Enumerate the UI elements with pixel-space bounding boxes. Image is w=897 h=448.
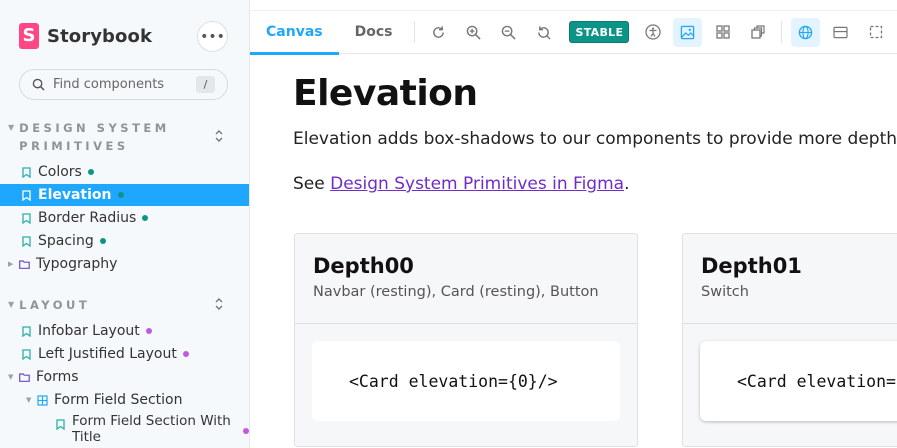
bookmark-icon bbox=[20, 166, 32, 178]
search-input[interactable] bbox=[53, 77, 183, 92]
sidebar-item-spacing[interactable]: Spacing bbox=[0, 230, 249, 252]
search-icon bbox=[32, 78, 45, 91]
chevron-down-icon: ▼ bbox=[26, 396, 32, 404]
outline-button[interactable] bbox=[743, 18, 772, 47]
folder-icon bbox=[18, 258, 30, 270]
zoom-in-icon bbox=[467, 25, 482, 40]
docs-canvas: Elevation Elevation adds box-shadows to … bbox=[250, 55, 897, 448]
expand-collapse-toggle[interactable] bbox=[211, 127, 227, 145]
unfold-icon bbox=[215, 298, 223, 310]
chevron-down-icon: ▼ bbox=[8, 123, 15, 132]
card-subtitle: Navbar (resting), Card (resting), Button bbox=[313, 284, 599, 300]
background-icon bbox=[681, 25, 695, 39]
bookmark-icon bbox=[20, 189, 32, 201]
status-dot bbox=[243, 428, 249, 434]
elevation-preview: <Card elevation={1}/> bbox=[700, 341, 897, 421]
bookmark-icon bbox=[20, 348, 32, 360]
section-header-design-system-primitives[interactable]: ▼ DESIGN SYSTEM PRIMITIVES bbox=[8, 119, 189, 155]
zoom-reset-icon bbox=[538, 25, 552, 40]
bookmark-icon bbox=[20, 325, 32, 337]
brand[interactable]: S Storybook bbox=[19, 23, 152, 49]
status-dot bbox=[142, 215, 149, 221]
expand-collapse-toggle[interactable] bbox=[211, 295, 227, 313]
status-badge: STABLE bbox=[569, 21, 630, 43]
search-shortcut-key: / bbox=[196, 76, 215, 93]
chevron-down-icon: ▼ bbox=[8, 373, 14, 381]
measure-icon bbox=[869, 25, 882, 39]
storybook-logo-icon: S bbox=[19, 23, 39, 49]
folder-icon bbox=[18, 371, 30, 383]
toolbar: Canvas Docs STABLE bbox=[250, 10, 897, 55]
reload-icon bbox=[433, 25, 445, 38]
viewport-icon bbox=[833, 26, 848, 38]
globe-icon bbox=[799, 25, 813, 39]
elevation-card-depth01: Depth01 Switch <Card elevation={1}/> bbox=[682, 233, 897, 447]
unfold-icon bbox=[215, 130, 223, 142]
chevron-down-icon: ▼ bbox=[8, 300, 15, 309]
sidebar-item-form-field-section[interactable]: ▼ Form Field Section bbox=[0, 389, 249, 411]
accessibility-icon bbox=[645, 24, 661, 40]
sidebar-item-border-radius[interactable]: Border Radius bbox=[0, 207, 249, 229]
elevation-card-depth00: Depth00 Navbar (resting), Card (resting)… bbox=[294, 233, 638, 447]
sidebar-item-form-field-section-with-title[interactable]: Form Field Section With Title bbox=[0, 413, 249, 447]
globe-button[interactable] bbox=[791, 17, 821, 47]
reload-button[interactable] bbox=[424, 18, 453, 47]
viewport-button[interactable] bbox=[826, 18, 855, 47]
toolbar-divider bbox=[414, 21, 416, 43]
card-header: Depth01 Switch bbox=[683, 234, 897, 324]
background-button[interactable] bbox=[673, 17, 703, 47]
status-dot bbox=[87, 169, 94, 175]
card-title: Depth00 bbox=[313, 254, 414, 278]
card-header: Depth00 Navbar (resting), Card (resting)… bbox=[295, 234, 637, 324]
status-dot bbox=[145, 328, 152, 334]
zoom-out-icon bbox=[502, 25, 517, 40]
grid-button[interactable] bbox=[708, 18, 737, 47]
sidebar-item-forms[interactable]: ▼ Forms bbox=[0, 366, 249, 388]
status-dot bbox=[182, 351, 189, 357]
search-box[interactable]: / bbox=[19, 69, 228, 100]
tab-docs[interactable]: Docs bbox=[339, 10, 409, 54]
sidebar: S Storybook ••• / ▼ DESIGN SYSTEM PRIMIT… bbox=[0, 0, 250, 448]
tab-canvas[interactable]: Canvas bbox=[250, 10, 339, 55]
figma-link[interactable]: Design System Primitives in Figma bbox=[330, 174, 624, 194]
sidebar-item-colors[interactable]: Colors bbox=[0, 161, 249, 183]
section-header-layout[interactable]: ▼ LAYOUT bbox=[8, 296, 189, 314]
page-description: Elevation adds box-shadows to our compon… bbox=[293, 129, 897, 149]
sidebar-item-typography[interactable]: ▶ Typography bbox=[0, 253, 249, 275]
status-dot bbox=[117, 192, 124, 198]
chevron-right-icon: ▶ bbox=[8, 260, 14, 268]
accessibility-button[interactable] bbox=[638, 18, 667, 47]
see-also-text: See Design System Primitives in Figma. bbox=[293, 174, 630, 194]
page-title: Elevation bbox=[293, 73, 478, 114]
card-title: Depth01 bbox=[701, 254, 802, 278]
sidebar-item-elevation[interactable]: Elevation bbox=[0, 184, 249, 206]
zoom-reset-button[interactable] bbox=[529, 18, 558, 47]
grid-icon bbox=[716, 25, 730, 39]
brand-name: Storybook bbox=[47, 25, 153, 47]
bookmark-icon bbox=[20, 235, 32, 247]
sidebar-item-left-justified-layout[interactable]: Left Justified Layout bbox=[0, 343, 249, 365]
zoom-out-button[interactable] bbox=[494, 18, 523, 47]
more-options-button[interactable]: ••• bbox=[197, 21, 228, 52]
bookmark-icon bbox=[20, 212, 32, 224]
card-subtitle: Switch bbox=[701, 284, 749, 300]
zoom-in-button[interactable] bbox=[459, 18, 488, 47]
status-dot bbox=[99, 238, 106, 244]
elevation-preview: <Card elevation={0}/> bbox=[312, 341, 620, 421]
toolbar-divider bbox=[781, 21, 783, 43]
measure-button[interactable] bbox=[861, 18, 890, 47]
outline-icon bbox=[751, 25, 765, 39]
component-icon bbox=[36, 394, 48, 406]
bookmark-icon bbox=[54, 418, 66, 430]
sidebar-item-infobar-layout[interactable]: Infobar Layout bbox=[0, 320, 249, 342]
